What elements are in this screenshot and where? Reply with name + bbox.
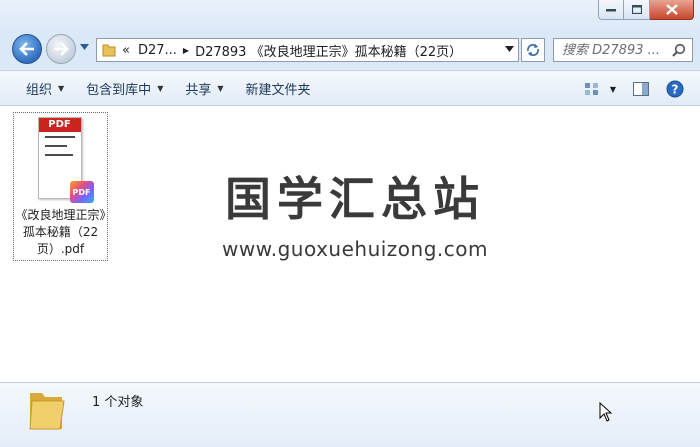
minimize-button[interactable] <box>598 0 624 20</box>
maximize-icon <box>631 5 642 14</box>
help-icon: ? <box>666 80 684 98</box>
watermark-url: www.guoxuehuizong.com <box>222 237 488 261</box>
details-pane: 1 个对象 <box>0 382 700 447</box>
file-name-label[interactable]: 《改良地理正宗》孤本秘籍（22页）.pdf <box>14 207 107 258</box>
chevron-down-icon: ▼ <box>217 83 224 93</box>
command-bar: 组织 ▼ 包含到库中 ▼ 共享 ▼ 新建文件夹 ▼ ? <box>0 70 700 106</box>
title-bar <box>0 0 700 30</box>
folder-icon <box>29 393 65 430</box>
search-input[interactable] <box>562 42 666 58</box>
chevron-down-icon: ▼ <box>157 83 164 93</box>
new-folder-button[interactable]: 新建文件夹 <box>238 75 319 101</box>
new-folder-label: 新建文件夹 <box>245 82 311 98</box>
include-in-library-label: 包含到库中 <box>86 82 152 98</box>
address-prefix[interactable]: « <box>122 43 130 58</box>
forward-arrow-icon <box>54 42 69 56</box>
watermark-logo: 国学汇总站 <box>225 172 485 226</box>
help-button[interactable]: ? <box>662 76 688 102</box>
close-icon <box>665 4 678 15</box>
close-button[interactable] <box>650 0 694 20</box>
recent-pages-dropdown-icon[interactable] <box>80 44 89 50</box>
address-dropdown-icon[interactable] <box>505 46 514 52</box>
window-controls <box>598 0 694 20</box>
breadcrumb-parent[interactable]: D27... <box>138 43 177 58</box>
share-menu[interactable]: 共享 ▼ <box>177 75 231 101</box>
back-button[interactable] <box>12 34 42 64</box>
file-list-area[interactable]: PDF PDF 《改良地理正宗》孤本秘籍（22页）.pdf 国学汇总站 www.… <box>0 106 700 382</box>
share-label: 共享 <box>185 82 212 98</box>
file-item[interactable]: PDF PDF 《改良地理正宗》孤本秘籍（22页）.pdf <box>13 112 108 261</box>
watermark: 国学汇总站 www.guoxuehuizong.com <box>205 173 505 261</box>
breadcrumb-separator-icon[interactable]: ▶ <box>183 46 189 55</box>
chevron-down-icon: ▼ <box>609 84 617 94</box>
selection-status: 1 个对象 <box>92 395 144 410</box>
forward-button[interactable] <box>46 34 76 64</box>
chevron-down-icon: ▼ <box>58 83 65 93</box>
organize-label: 组织 <box>26 82 53 98</box>
organize-menu[interactable]: 组织 ▼ <box>18 75 72 101</box>
mouse-cursor-icon <box>599 402 613 422</box>
preview-pane-icon <box>633 82 649 96</box>
address-bar[interactable]: « D27... ▶ D27893 《改良地理正宗》孤本秘籍（22页） <box>96 38 519 62</box>
search-icon[interactable] <box>672 43 686 57</box>
pdf-badge-icon: PDF <box>69 181 94 203</box>
search-box[interactable] <box>553 38 693 62</box>
svg-text:?: ? <box>672 83 679 97</box>
folder-icon <box>102 44 116 57</box>
breadcrumb-current[interactable]: D27893 《改良地理正宗》孤本秘籍（22页） <box>195 41 462 60</box>
change-view-button[interactable]: ▼ <box>580 76 620 102</box>
maximize-button[interactable] <box>624 0 650 20</box>
back-arrow-icon <box>19 42 34 56</box>
include-in-library-menu[interactable]: 包含到库中 ▼ <box>78 75 171 101</box>
refresh-icon <box>527 44 539 56</box>
view-options-icon <box>584 83 598 95</box>
preview-pane-button[interactable] <box>628 76 654 102</box>
pdf-file-icon: PDF PDF <box>36 117 94 203</box>
pdf-text-lines <box>44 136 77 163</box>
pdf-header-label: PDF <box>38 118 81 132</box>
explorer-window: « D27... ▶ D27893 《改良地理正宗》孤本秘籍（22页） 组织 ▼… <box>0 0 700 447</box>
navigation-bar: « D27... ▶ D27893 《改良地理正宗》孤本秘籍（22页） <box>0 30 700 70</box>
refresh-button[interactable] <box>521 38 545 62</box>
minimize-icon <box>606 8 616 11</box>
